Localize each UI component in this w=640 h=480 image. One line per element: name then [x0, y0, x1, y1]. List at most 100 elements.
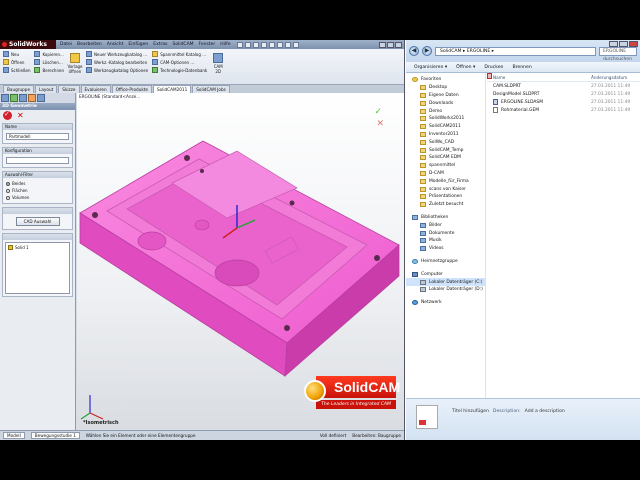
favorites-item[interactable]: Präsentationen	[406, 193, 485, 201]
address-field[interactable]: SolidCAM ▸ ERGOLINE ▸	[435, 46, 596, 56]
title-field[interactable]: Titel hinzufügen	[452, 409, 489, 414]
tab-office-produkte[interactable]: Office-Produkte	[111, 85, 152, 93]
ribbon-close-button[interactable]: Schließen	[3, 67, 30, 73]
tab-bewegungsstudie[interactable]: Bewegungsstudie 1	[30, 432, 80, 439]
ribbon-toolcatalog-options-button[interactable]: Werkzeugkatalog Optionen	[85, 67, 148, 73]
homegroup-item[interactable]: Heimnetzgruppe	[406, 258, 485, 266]
drive-d-item[interactable]: Lokaler Datenträger (D:)	[406, 286, 485, 294]
tab-layout[interactable]: Layout	[35, 85, 58, 93]
library-item[interactable]: Musik	[406, 237, 485, 245]
select-icon[interactable]	[276, 41, 283, 48]
name-column-header[interactable]: Name	[487, 75, 587, 80]
print-icon[interactable]	[260, 41, 267, 48]
close-icon[interactable]	[395, 41, 402, 48]
file-row[interactable]: DesignModel.SLDPRT 27.03.2011 11:49	[487, 73, 640, 98]
new-doc-icon[interactable]	[236, 41, 243, 48]
confirm-corner-icon[interactable]: ✓	[374, 107, 382, 117]
configuration-icon[interactable]	[19, 94, 27, 102]
filter-both-radio[interactable]: Beides	[6, 180, 69, 187]
cancel-icon[interactable]: ✕	[17, 111, 24, 120]
list-item[interactable]: Solid 1	[8, 245, 67, 250]
filter-faces-radio[interactable]: Flächen	[6, 187, 69, 194]
ribbon-delete-button[interactable]: Löschen...	[34, 59, 64, 65]
favorites-item[interactable]: SolidCAM EDM	[406, 154, 485, 162]
favorites-item[interactable]: D-CAM	[406, 170, 485, 178]
ribbon-template-button[interactable]: Vorlage öffnen	[67, 51, 83, 75]
library-item[interactable]: Dokumente	[406, 229, 485, 237]
minimize-icon[interactable]	[609, 41, 618, 47]
options-icon[interactable]	[292, 41, 299, 48]
tab-evaluieren[interactable]: Evaluieren	[80, 85, 111, 93]
file-row[interactable]: Rohmaterial.GEM 27.03.2011 11:49	[487, 106, 640, 114]
favorites-item[interactable]: Modelle_für_Firma	[406, 177, 485, 185]
ribbon-cam-options-button[interactable]: CAM-Optionen ...	[152, 59, 207, 65]
cad-selection-button[interactable]: CAD Auswahl	[15, 217, 60, 226]
menu-bearbeiten[interactable]: Bearbeiten	[77, 42, 102, 47]
open-button[interactable]: Öffnen ▾	[456, 65, 475, 70]
selected-entities-list[interactable]: Solid 1	[5, 242, 70, 294]
3d-part-model[interactable]	[77, 93, 404, 421]
favorites-item[interactable]: SolWo_CAD	[406, 138, 485, 146]
network-item[interactable]: Netzwerk	[406, 299, 485, 307]
open-icon[interactable]	[244, 41, 251, 48]
property-manager-icon[interactable]	[10, 94, 18, 102]
favorites-item[interactable]: Downloads	[406, 99, 485, 107]
confirm-button[interactable]	[3, 110, 12, 120]
ribbon-edit-toolcatalog-button[interactable]: Werkz.-Katalog bearbeiten	[85, 59, 148, 65]
description-field[interactable]: Add a description	[525, 409, 565, 414]
favorites-item[interactable]: spannmittel	[406, 162, 485, 170]
search-input[interactable]: ERGOLINE durchsuchen	[599, 46, 637, 62]
feature-tree-icon[interactable]	[1, 94, 9, 102]
favorites-item[interactable]: SolidCAM_Temp	[406, 146, 485, 154]
forward-icon[interactable]: ▶	[422, 46, 432, 56]
geometry-name-field[interactable]: Partmodell	[6, 133, 69, 140]
ribbon-calculate-button[interactable]: Berechnen	[34, 67, 64, 73]
burn-button[interactable]: Brennen	[512, 65, 531, 70]
ribbon-new-toolcatalog-button[interactable]: Neuer Werkzeugkatalog ...	[85, 51, 148, 57]
ribbon-technology-db-button[interactable]: Technologie-Datenbank	[152, 67, 207, 73]
computer-header[interactable]: Computer	[406, 270, 485, 278]
favorites-item[interactable]: Desktop	[406, 84, 485, 92]
favorites-item[interactable]: Demo	[406, 107, 485, 115]
date-column-header[interactable]: Änderungsdatum	[587, 75, 640, 80]
tab-solidcam2011[interactable]: SolidCAM2011	[152, 85, 192, 93]
drive-c-item[interactable]: Lokaler Datenträger (C:)	[406, 278, 485, 286]
favorites-item[interactable]: Inventor2011	[406, 131, 485, 139]
ribbon-open-button[interactable]: Öffnen	[3, 59, 30, 65]
favorites-item[interactable]: SolidCAM2011	[406, 123, 485, 131]
minimize-icon[interactable]	[379, 41, 386, 48]
ribbon-new-button[interactable]: Neu	[3, 51, 30, 57]
favorites-header[interactable]: Favoriten	[406, 76, 485, 84]
file-row[interactable]: ERGOLINE.SLDASM 27.03.2011 11:49	[487, 98, 640, 106]
menu-einfuegen[interactable]: Einfügen	[128, 42, 148, 47]
filter-volume-radio[interactable]: Volumen	[6, 194, 69, 201]
menu-fenster[interactable]: Fenster	[199, 42, 216, 47]
organize-button[interactable]: Organisieren ▾	[414, 65, 447, 70]
solidworks-logo[interactable]: SolidWorks	[0, 40, 56, 49]
save-icon[interactable]	[252, 41, 259, 48]
configuration-select[interactable]	[6, 157, 69, 164]
ribbon-copy-button[interactable]: Kopieren...	[34, 51, 64, 57]
menu-hilfe[interactable]: Hilfe	[220, 42, 230, 47]
back-icon[interactable]: ◀	[409, 46, 419, 56]
menu-datei[interactable]: Datei	[60, 42, 72, 47]
favorites-item[interactable]: Zuletzt besucht	[406, 201, 485, 209]
display-manager-icon[interactable]	[37, 94, 45, 102]
favorites-item[interactable]: Eigene Daten	[406, 92, 485, 100]
ribbon-fixture-catalog-button[interactable]: Spannmittel Katalog ...	[152, 51, 207, 57]
library-item[interactable]: Bilder	[406, 221, 485, 229]
dimxpert-icon[interactable]	[28, 94, 36, 102]
libraries-header[interactable]: Bibliotheken	[406, 214, 485, 222]
tab-modell[interactable]: Modell	[3, 432, 25, 439]
menu-ansicht[interactable]: Ansicht	[107, 42, 124, 47]
undo-icon[interactable]	[268, 41, 275, 48]
maximize-icon[interactable]	[387, 41, 394, 48]
graphics-viewport[interactable]: ERGOLINE (Standard<Anze... ✓ ✕ *Isometri…	[77, 93, 404, 430]
print-button[interactable]: Drucken	[484, 65, 503, 70]
favorites-item[interactable]: SolidWorks2011	[406, 115, 485, 123]
file-row[interactable]: CAM.SLDPRT 27.03.2011 11:49	[487, 73, 640, 90]
rebuild-icon[interactable]	[284, 41, 291, 48]
favorites-item[interactable]: scans von Kaiser	[406, 185, 485, 193]
close-icon[interactable]	[629, 41, 638, 47]
tab-baugruppe[interactable]: Baugruppe	[3, 85, 35, 93]
